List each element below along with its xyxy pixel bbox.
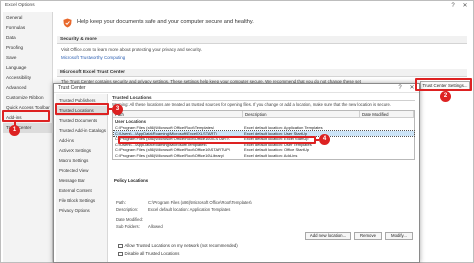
tc-item-activex-settings[interactable]: ActiveX Settings — [56, 146, 108, 156]
tc-item-add-ins[interactable]: Add-ins — [56, 136, 108, 146]
privacy-text: Visit Office.com to learn more about pro… — [61, 47, 202, 52]
add-new-location-button[interactable]: Add new location... — [305, 232, 351, 240]
table-row[interactable]: C:\Program Files (x86)\Microsoft Office\… — [114, 153, 414, 159]
annotation-badge-4: 4 — [319, 134, 330, 145]
tc-item-external-content[interactable]: External Content — [56, 186, 108, 196]
privacy-section-header: Security & more — [57, 36, 467, 44]
column-header-path[interactable]: Path — [113, 111, 243, 118]
detail-date-label: Date Modified: — [116, 217, 143, 222]
trustworthy-computing-link[interactable]: Microsoft Trustworthy Computing — [61, 55, 125, 60]
tc-item-privacy-options[interactable]: Privacy Options — [56, 206, 108, 216]
trusted-locations-heading: Trusted Locations — [112, 94, 415, 101]
annotation-badge-1: 1 — [9, 125, 20, 136]
tc-item-add-in-catalogs[interactable]: Trusted Add-in Catalogs — [56, 126, 108, 136]
detail-subfolders-value: Allowed — [148, 224, 163, 229]
sidebar-item-customize-ribbon[interactable]: Customize Ribbon — [3, 93, 53, 103]
annotation-box-1 — [2, 110, 50, 122]
trust-center-sidebar: Trusted Publishers Trusted Locations Tru… — [56, 94, 108, 262]
row-description: Excel default location: Add-ins — [244, 152, 298, 158]
trust-center-title: Trust Center — [58, 85, 86, 91]
trust-center-main: Trusted Locations Warning: All these loc… — [112, 94, 417, 262]
row-path: C:\Program Files (x86)\Microsoft Office\… — [115, 152, 224, 158]
options-sidebar: General Formulas Data Proofing Save Lang… — [3, 12, 53, 262]
detail-subfolders-label: Sub Folders: — [116, 224, 140, 229]
detail-path-value: C:\Program Files (x86)\Microsoft Office\… — [148, 200, 252, 205]
allow-network-checkbox[interactable] — [118, 243, 123, 248]
remove-button[interactable]: Remove — [354, 232, 382, 240]
sidebar-item-accessibility[interactable]: Accessibility — [3, 73, 53, 83]
help-icon[interactable]: ? — [394, 84, 406, 92]
detail-description-label: Description: — [116, 207, 139, 212]
trusted-locations-table[interactable]: Path Description Date Modified User Loca… — [112, 110, 415, 160]
detail-path-label: Path: — [116, 200, 126, 205]
tc-item-message-bar[interactable]: Message Bar — [56, 176, 108, 186]
sidebar-item-general[interactable]: General — [3, 13, 53, 23]
trust-center-section-header: Microsoft Excel Trust Center — [57, 69, 467, 77]
annotation-badge-2: 2 — [440, 91, 451, 102]
disable-locations-label: Disable all Trusted Locations — [124, 251, 180, 256]
allow-network-locations-row[interactable]: Allow Trusted Locations on my network (n… — [118, 243, 238, 248]
annotation-box-2 — [415, 78, 472, 91]
allow-network-label: Allow Trusted Locations on my network (n… — [124, 243, 238, 248]
policy-locations-label: Policy Locations — [114, 178, 149, 183]
annotation-box-4 — [118, 136, 316, 144]
column-header-description[interactable]: Description — [243, 111, 360, 118]
options-headline: Help keep your documents safe and your c… — [77, 19, 254, 25]
tc-item-protected-view[interactable]: Protected View — [56, 166, 108, 176]
tc-item-file-block[interactable]: File Block Settings — [56, 196, 108, 206]
trusted-locations-warning: Warning: All these locations are treated… — [112, 102, 391, 107]
sidebar-item-language[interactable]: Language — [3, 63, 53, 73]
sidebar-item-proofing[interactable]: Proofing — [3, 43, 53, 53]
sidebar-item-save[interactable]: Save — [3, 53, 53, 63]
annotation-box-3 — [55, 103, 109, 115]
shield-icon — [63, 18, 72, 28]
close-icon[interactable]: ✕ — [459, 2, 471, 10]
sidebar-item-data[interactable]: Data — [3, 33, 53, 43]
modify-button[interactable]: Modify... — [385, 232, 413, 240]
sidebar-item-advanced[interactable]: Advanced — [3, 83, 53, 93]
options-window-title: Excel Options — [5, 3, 35, 8]
sidebar-item-formulas[interactable]: Formulas — [3, 23, 53, 33]
disable-locations-checkbox[interactable] — [118, 251, 123, 256]
tc-item-macro-settings[interactable]: Macro Settings — [56, 156, 108, 166]
disable-locations-row[interactable]: Disable all Trusted Locations — [118, 251, 179, 256]
help-icon[interactable]: ? — [447, 2, 459, 10]
detail-description-value: Excel default location: Application Temp… — [148, 207, 231, 212]
user-locations-group-label: User Locations — [115, 119, 147, 124]
trust-center-title-bar: Trust Center ? ✕ — [54, 84, 419, 93]
column-header-date-modified[interactable]: Date Modified — [360, 111, 414, 118]
options-title-bar: Excel Options ? ✕ — [1, 1, 473, 11]
annotation-badge-3: 3 — [112, 104, 123, 115]
tc-item-trusted-documents[interactable]: Trusted Documents — [56, 116, 108, 126]
